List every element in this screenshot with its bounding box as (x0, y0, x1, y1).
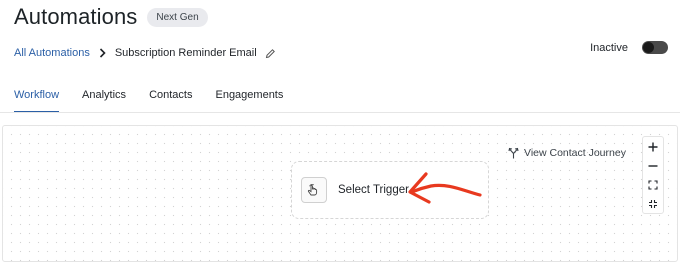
tab-workflow[interactable]: Workflow (14, 89, 60, 113)
fit-view-icon (648, 179, 658, 190)
view-contact-journey-button[interactable]: View Contact Journey (508, 147, 626, 159)
pencil-icon[interactable] (265, 48, 276, 59)
tabs-divider (0, 112, 680, 113)
toggle-knob (643, 42, 654, 53)
breadcrumb-current: Subscription Reminder Email (114, 47, 257, 59)
tab-bar: Workflow Analytics Contacts Engagements (14, 89, 306, 113)
tab-contacts[interactable]: Contacts (149, 89, 192, 113)
hand-pointer-icon (301, 177, 327, 203)
view-contact-journey-label: View Contact Journey (524, 147, 626, 159)
page-header: Automations Next Gen (14, 4, 208, 30)
chevron-right-icon (99, 48, 106, 58)
plus-icon (648, 142, 658, 151)
fullscreen-icon (649, 199, 657, 208)
tab-engagements[interactable]: Engagements (215, 89, 283, 113)
zoom-out-button[interactable] (643, 156, 663, 175)
branch-icon (508, 147, 519, 159)
status-control: Inactive (590, 41, 668, 54)
fit-view-button[interactable] (643, 175, 663, 194)
zoom-controls (642, 136, 664, 214)
fullscreen-button[interactable] (643, 194, 663, 213)
zoom-in-button[interactable] (643, 137, 663, 156)
select-trigger-label: Select Trigger (338, 184, 409, 196)
tab-analytics[interactable]: Analytics (82, 89, 126, 113)
status-label: Inactive (590, 41, 628, 54)
breadcrumb: All Automations Subscription Reminder Em… (14, 47, 276, 59)
annotation-arrow (408, 172, 482, 204)
minus-icon (648, 164, 658, 167)
page-title: Automations (14, 4, 138, 29)
breadcrumb-all-automations-link[interactable]: All Automations (14, 47, 90, 59)
active-toggle[interactable] (642, 41, 668, 54)
version-badge: Next Gen (147, 7, 208, 27)
